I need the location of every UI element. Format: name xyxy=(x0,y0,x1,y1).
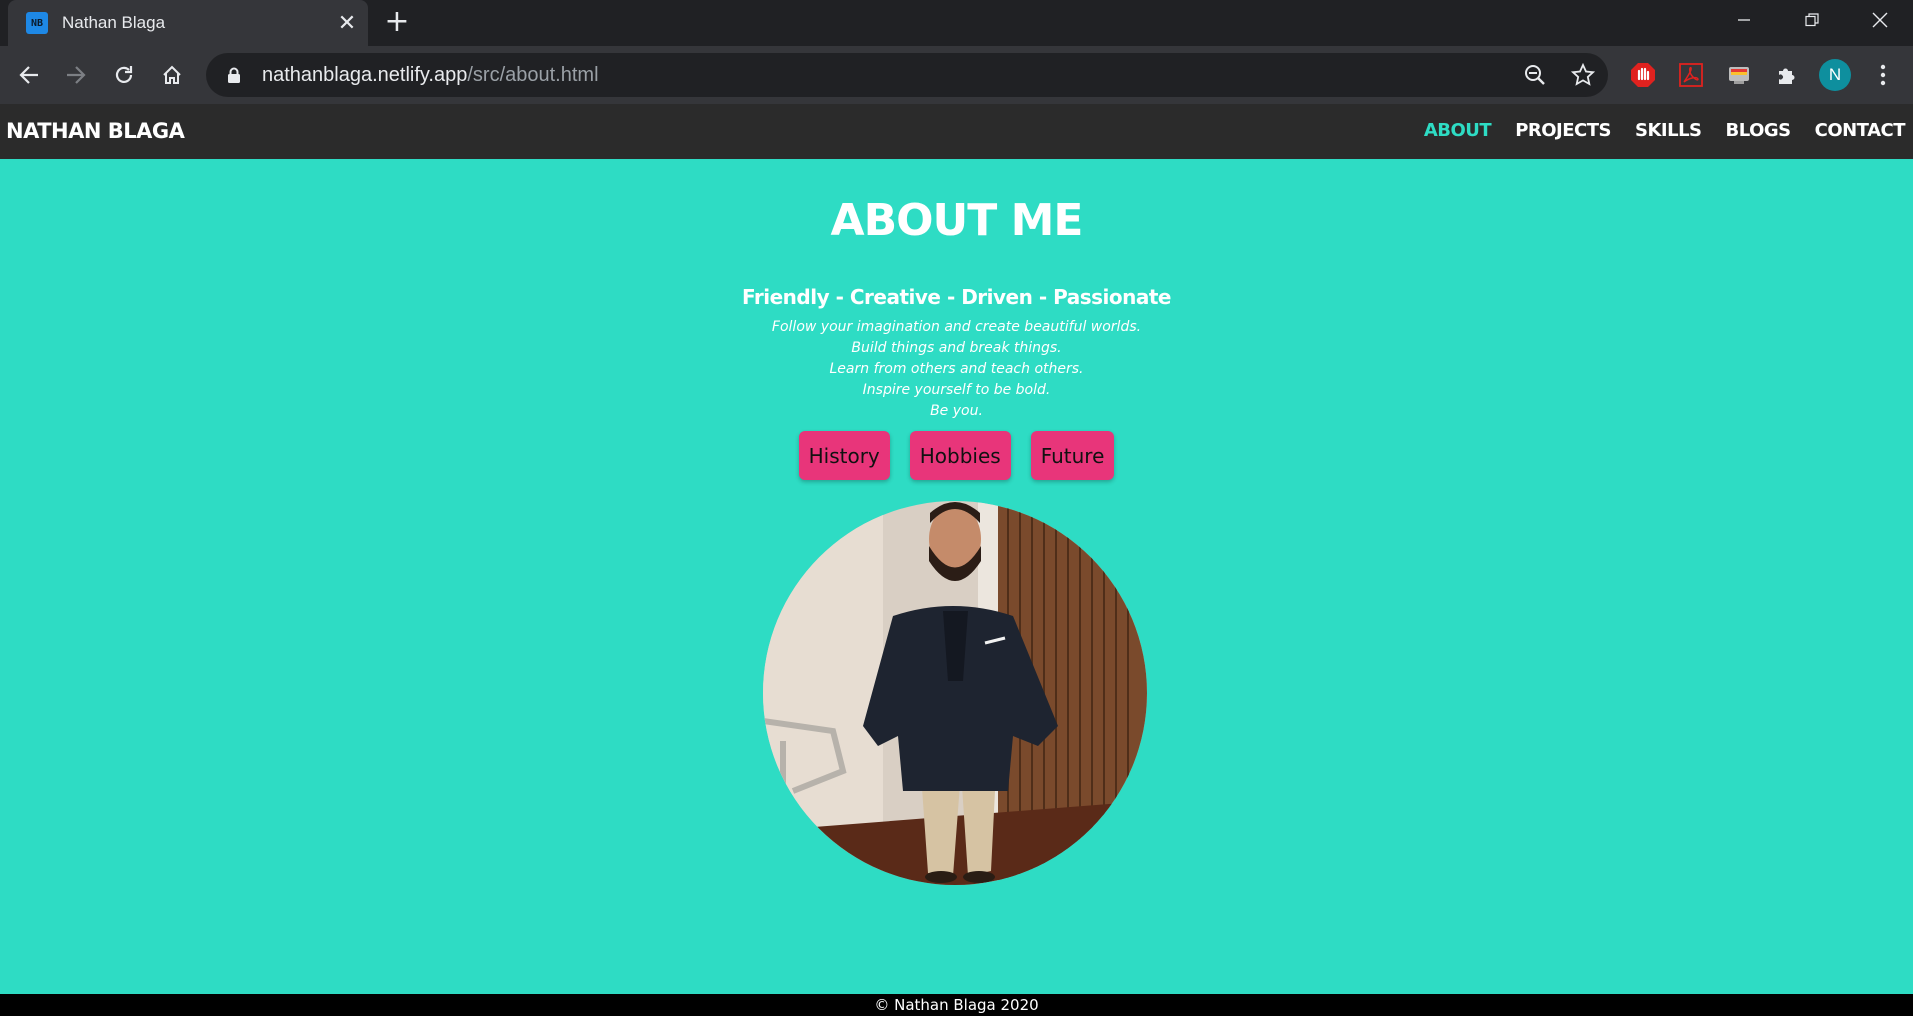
close-window-button[interactable] xyxy=(1846,0,1913,40)
restore-window-button[interactable] xyxy=(1778,0,1846,40)
nav-blogs-link[interactable]: BLOGS xyxy=(1726,120,1792,141)
tab-title: Nathan Blaga xyxy=(62,13,166,32)
site-menu: ABOUT PROJECTS SKILLS BLOGS CONTACT xyxy=(1424,120,1906,141)
future-button[interactable]: Future xyxy=(1030,431,1115,480)
site-footer: © Nathan Blaga 2020 xyxy=(0,994,1913,1016)
profile-initial: N xyxy=(1819,59,1851,91)
browser-tab[interactable]: NB Nathan Blaga ✕ xyxy=(8,0,368,46)
back-button[interactable] xyxy=(10,56,48,94)
url-path: /src/about.html xyxy=(467,63,599,86)
about-button-group: History Hobbies Future xyxy=(0,431,1913,480)
nav-contact-link[interactable]: CONTACT xyxy=(1815,120,1906,141)
profile-photo xyxy=(763,501,1147,885)
history-button[interactable]: History xyxy=(798,431,890,480)
hobbies-button[interactable]: Hobbies xyxy=(909,431,1011,480)
nav-projects-link[interactable]: PROJECTS xyxy=(1515,120,1611,141)
motto-line: Follow your imagination and create beaut… xyxy=(771,319,1142,335)
site-brand[interactable]: NATHAN BLAGA xyxy=(6,119,185,143)
tagline: Friendly - Creative - Driven - Passionat… xyxy=(742,285,1171,309)
site-favicon-icon: NB xyxy=(26,12,48,34)
browser-menu-icon[interactable] xyxy=(1867,59,1899,91)
motto-line: Learn from others and teach others. xyxy=(829,361,1084,377)
site-navbar: NATHAN BLAGA ABOUT PROJECTS SKILLS BLOGS… xyxy=(0,104,1913,159)
nav-about-link[interactable]: ABOUT xyxy=(1424,120,1492,141)
profile-avatar[interactable]: N xyxy=(1819,59,1851,91)
forward-button[interactable] xyxy=(57,56,95,94)
minimize-window-button[interactable] xyxy=(1710,0,1778,40)
browser-toolbar: nathanblaga.netlify.app/src/about.html N xyxy=(0,46,1913,104)
url-host: nathanblaga.netlify.app xyxy=(262,63,468,86)
extensions-puzzle-icon[interactable] xyxy=(1771,59,1803,91)
motto-list: Follow your imagination and create beaut… xyxy=(0,317,1913,422)
motto-line: Be you. xyxy=(930,403,983,419)
new-tab-button[interactable]: + xyxy=(380,6,414,40)
motto-line: Inspire yourself to be bold. xyxy=(862,382,1051,398)
bookmark-star-icon[interactable] xyxy=(1570,62,1596,88)
lock-icon xyxy=(226,66,242,84)
motto-line: Build things and break things. xyxy=(851,340,1062,356)
url-text: nathanblaga.netlify.app/src/about.html xyxy=(262,64,599,87)
nav-skills-link[interactable]: SKILLS xyxy=(1635,120,1702,141)
home-button[interactable] xyxy=(153,56,191,94)
pdf-extension-icon[interactable] xyxy=(1675,59,1707,91)
zoom-out-icon[interactable] xyxy=(1522,62,1548,88)
address-bar[interactable]: nathanblaga.netlify.app/src/about.html xyxy=(206,53,1608,97)
about-section: ABOUT ME Friendly - Creative - Driven - … xyxy=(0,159,1913,994)
close-tab-icon[interactable]: ✕ xyxy=(332,11,362,36)
browser-tabbar: NB Nathan Blaga ✕ + xyxy=(0,0,1913,46)
adblock-extension-icon[interactable] xyxy=(1627,59,1659,91)
page-title: ABOUT ME xyxy=(830,195,1084,246)
cast-extension-icon[interactable] xyxy=(1723,59,1755,91)
reload-button[interactable] xyxy=(105,56,143,94)
